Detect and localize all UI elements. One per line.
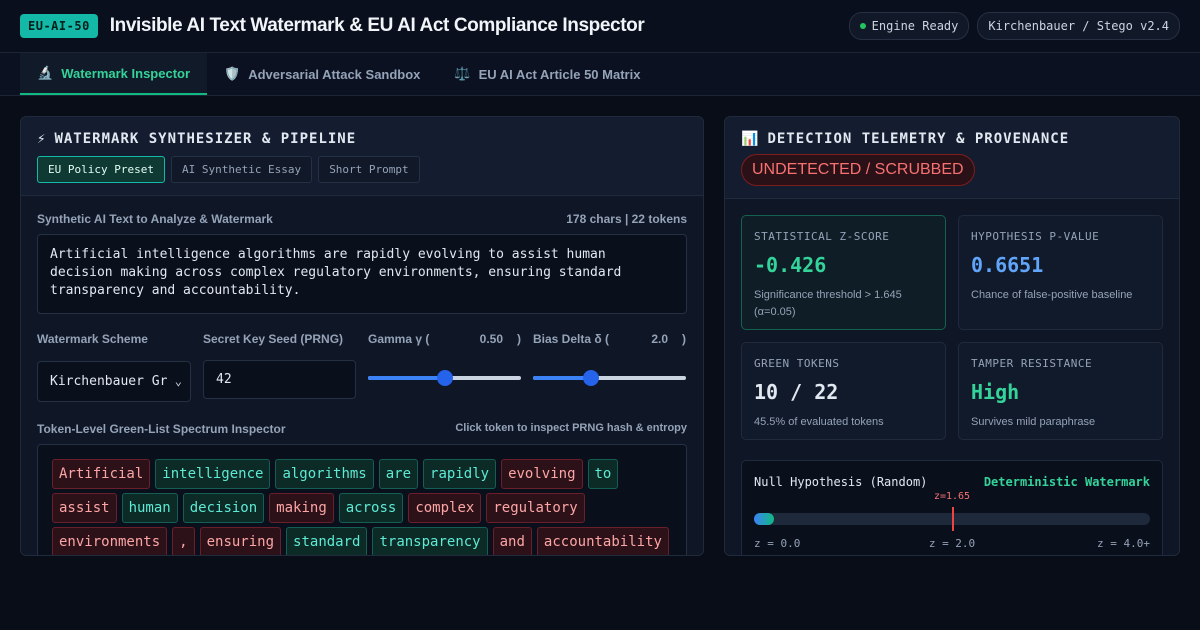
stat-p-value: HYPOTHESIS P-VALUE 0.6651 Chance of fals… — [958, 215, 1163, 330]
input-label-row: Synthetic AI Text to Analyze & Watermark… — [37, 212, 687, 226]
synthesizer-panel-title: ⚡ WATERMARK SYNTHESIZER & PIPELINE — [37, 131, 357, 147]
token-red[interactable]: making — [269, 493, 334, 523]
gamma-value: 0.50 — [479, 332, 503, 346]
synthesizer-panel-body: Synthetic AI Text to Analyze & Watermark… — [21, 196, 703, 555]
z-distribution-gauge: Null Hypothesis (Random) Deterministic W… — [741, 460, 1163, 555]
seed-input[interactable]: 42 — [203, 360, 356, 399]
preset-eu-policy-button[interactable]: EU Policy Preset — [37, 156, 165, 183]
telemetry-panel-title: 📊 DETECTION TELEMETRY & PROVENANCE — [741, 131, 1070, 147]
z-score-bar: z=1.65 — [754, 491, 1150, 531]
status-badge: UNDETECTED / SCRUBBED — [741, 154, 975, 186]
app-badge: EU-AI-50 — [20, 14, 98, 38]
input-stats: 178 chars | 22 tokens — [566, 212, 687, 226]
token-spectrum: Artificial intelligence algorithms are rapid… — [37, 444, 687, 555]
axis-tick-min: z = 0.0 — [754, 537, 801, 550]
null-hypothesis-label: Null Hypothesis (Random) — [754, 475, 928, 489]
main-tabs: 🔬 Watermark Inspector 🛡️ Adversarial Att… — [0, 53, 1200, 96]
scales-icon: ⚖️ — [454, 66, 471, 81]
chart-icon: 📊 — [741, 131, 760, 147]
token-red[interactable]: , — [172, 527, 195, 555]
stat-z-score: STATISTICAL Z-SCORE -0.426 Significance … — [741, 215, 946, 330]
preset-group: EU Policy Preset AI Synthetic Essay Shor… — [37, 156, 687, 183]
token-green[interactable]: decision — [182, 493, 265, 523]
tab-label: EU AI Act Article 50 Matrix — [478, 66, 641, 82]
delta-value: 2.0 — [651, 332, 668, 346]
green-tokens-value: 10 / 22 — [754, 380, 839, 404]
z-score-value: -0.426 — [754, 253, 827, 277]
header-status-group: Engine Ready Kirchenbauer / Stego v2.4 — [848, 12, 1180, 40]
p-value-value: 0.6651 — [971, 253, 1044, 277]
gamma-control: Gamma γ ( 0.50 ) — [368, 332, 521, 402]
seed-control: Secret Key Seed (PRNG) 42 — [203, 332, 356, 402]
token-red[interactable]: regulatory — [486, 493, 585, 523]
tab-watermark-inspector[interactable]: 🔬 Watermark Inspector — [20, 53, 208, 95]
token-green[interactable]: across — [338, 493, 404, 523]
token-red[interactable]: ensuring — [199, 527, 282, 555]
scheme-control: Watermark Scheme Kirchenbauer Gr ⌄ — [37, 332, 191, 402]
delta-control: Bias Delta δ ( 2.0 ) — [533, 332, 686, 402]
token-red[interactable]: complex — [408, 493, 482, 523]
tab-label: Watermark Inspector — [61, 65, 191, 81]
status-dot-icon — [859, 23, 866, 29]
stat-tamper-resistance: TAMPER RESISTANCE High Survives mild par… — [958, 342, 1163, 440]
delta-label: Bias Delta δ ( 2.0 ) — [533, 332, 686, 346]
tab-article-50-matrix[interactable]: ⚖️ EU AI Act Article 50 Matrix — [437, 53, 657, 95]
delta-slider[interactable] — [533, 370, 686, 386]
app-header: EU-AI-50 Invisible AI Text Watermark & E… — [0, 0, 1200, 53]
threshold-label: z=1.65 — [933, 491, 971, 502]
tab-label: Adversarial Attack Sandbox — [248, 66, 421, 82]
synthesizer-panel-header: ⚡ WATERMARK SYNTHESIZER & PIPELINE EU Po… — [21, 117, 703, 196]
telemetry-panel: 📊 DETECTION TELEMETRY & PROVENANCE UNDET… — [724, 116, 1180, 556]
engine-version-pill: Kirchenbauer / Stego v2.4 — [977, 12, 1180, 40]
engine-status-text: Engine Ready — [871, 19, 959, 33]
token-green[interactable]: algorithms — [275, 459, 374, 489]
engine-status-pill: Engine Ready — [848, 12, 970, 40]
token-red[interactable]: environments — [52, 527, 168, 555]
token-green[interactable]: transparency — [372, 527, 488, 555]
ai-text-input[interactable]: Artificial intelligence algorithms are r… — [37, 234, 687, 314]
tokens-header: Token-Level Green-List Spectrum Inspecto… — [37, 422, 687, 436]
gamma-label: Gamma γ ( 0.50 ) — [368, 332, 521, 346]
synthesizer-panel: ⚡ WATERMARK SYNTHESIZER & PIPELINE EU Po… — [20, 116, 704, 556]
chevron-down-icon: ⌄ — [172, 374, 182, 388]
watermark-label: Deterministic Watermark — [983, 475, 1150, 489]
token-green[interactable]: are — [378, 459, 419, 489]
threshold-marker — [952, 507, 954, 531]
tamper-resistance-value: High — [971, 380, 1020, 404]
token-green[interactable]: rapidly — [423, 459, 497, 489]
token-red[interactable]: Artificial — [52, 459, 151, 489]
microscope-icon: 🔬 — [37, 65, 54, 80]
preset-ai-essay-button[interactable]: AI Synthetic Essay — [170, 156, 313, 183]
token-red[interactable]: assist — [52, 493, 117, 523]
slider-thumb[interactable] — [436, 370, 453, 386]
input-label: Synthetic AI Text to Analyze & Watermark — [37, 212, 273, 226]
axis-tick-mid: z = 2.0 — [928, 537, 976, 550]
preset-short-prompt-button[interactable]: Short Prompt — [318, 156, 420, 183]
token-green[interactable]: human — [121, 493, 178, 523]
token-green[interactable]: standard — [286, 527, 368, 555]
watermark-controls: Watermark Scheme Kirchenbauer Gr ⌄ Secre… — [37, 332, 687, 402]
tab-adversarial-sandbox[interactable]: 🛡️ Adversarial Attack Sandbox — [207, 53, 437, 95]
scheme-label: Watermark Scheme — [37, 332, 148, 346]
stat-green-tokens: GREEN TOKENS 10 / 22 45.5% of evaluated … — [741, 342, 946, 440]
scheme-select[interactable]: Kirchenbauer Gr ⌄ — [37, 361, 191, 402]
axis-tick-max: z = 4.0+ — [1097, 537, 1150, 550]
token-green[interactable]: to — [587, 459, 619, 489]
tokens-label: Token-Level Green-List Spectrum Inspecto… — [37, 422, 286, 436]
token-green[interactable]: intelligence — [155, 459, 271, 489]
z-score-fill — [754, 513, 774, 525]
stats-grid: STATISTICAL Z-SCORE -0.426 Significance … — [725, 199, 1179, 456]
telemetry-panel-header: 📊 DETECTION TELEMETRY & PROVENANCE UNDET… — [725, 117, 1179, 199]
slider-thumb[interactable] — [583, 370, 600, 386]
token-red[interactable]: accountability — [536, 527, 669, 555]
token-red[interactable]: and — [492, 527, 532, 555]
seed-label: Secret Key Seed (PRNG) — [203, 332, 344, 346]
app-title: Invisible AI Text Watermark & EU AI Act … — [109, 15, 645, 36]
z-axis: z = 0.0 z = 2.0 z = 4.0+ — [754, 537, 1150, 551]
lightning-icon: ⚡ — [37, 131, 47, 147]
gamma-slider[interactable] — [368, 370, 521, 386]
token-red[interactable]: evolving — [501, 459, 583, 489]
tokens-hint: Click token to inspect PRNG hash & entro… — [455, 422, 687, 434]
shield-icon: 🛡️ — [224, 66, 241, 81]
